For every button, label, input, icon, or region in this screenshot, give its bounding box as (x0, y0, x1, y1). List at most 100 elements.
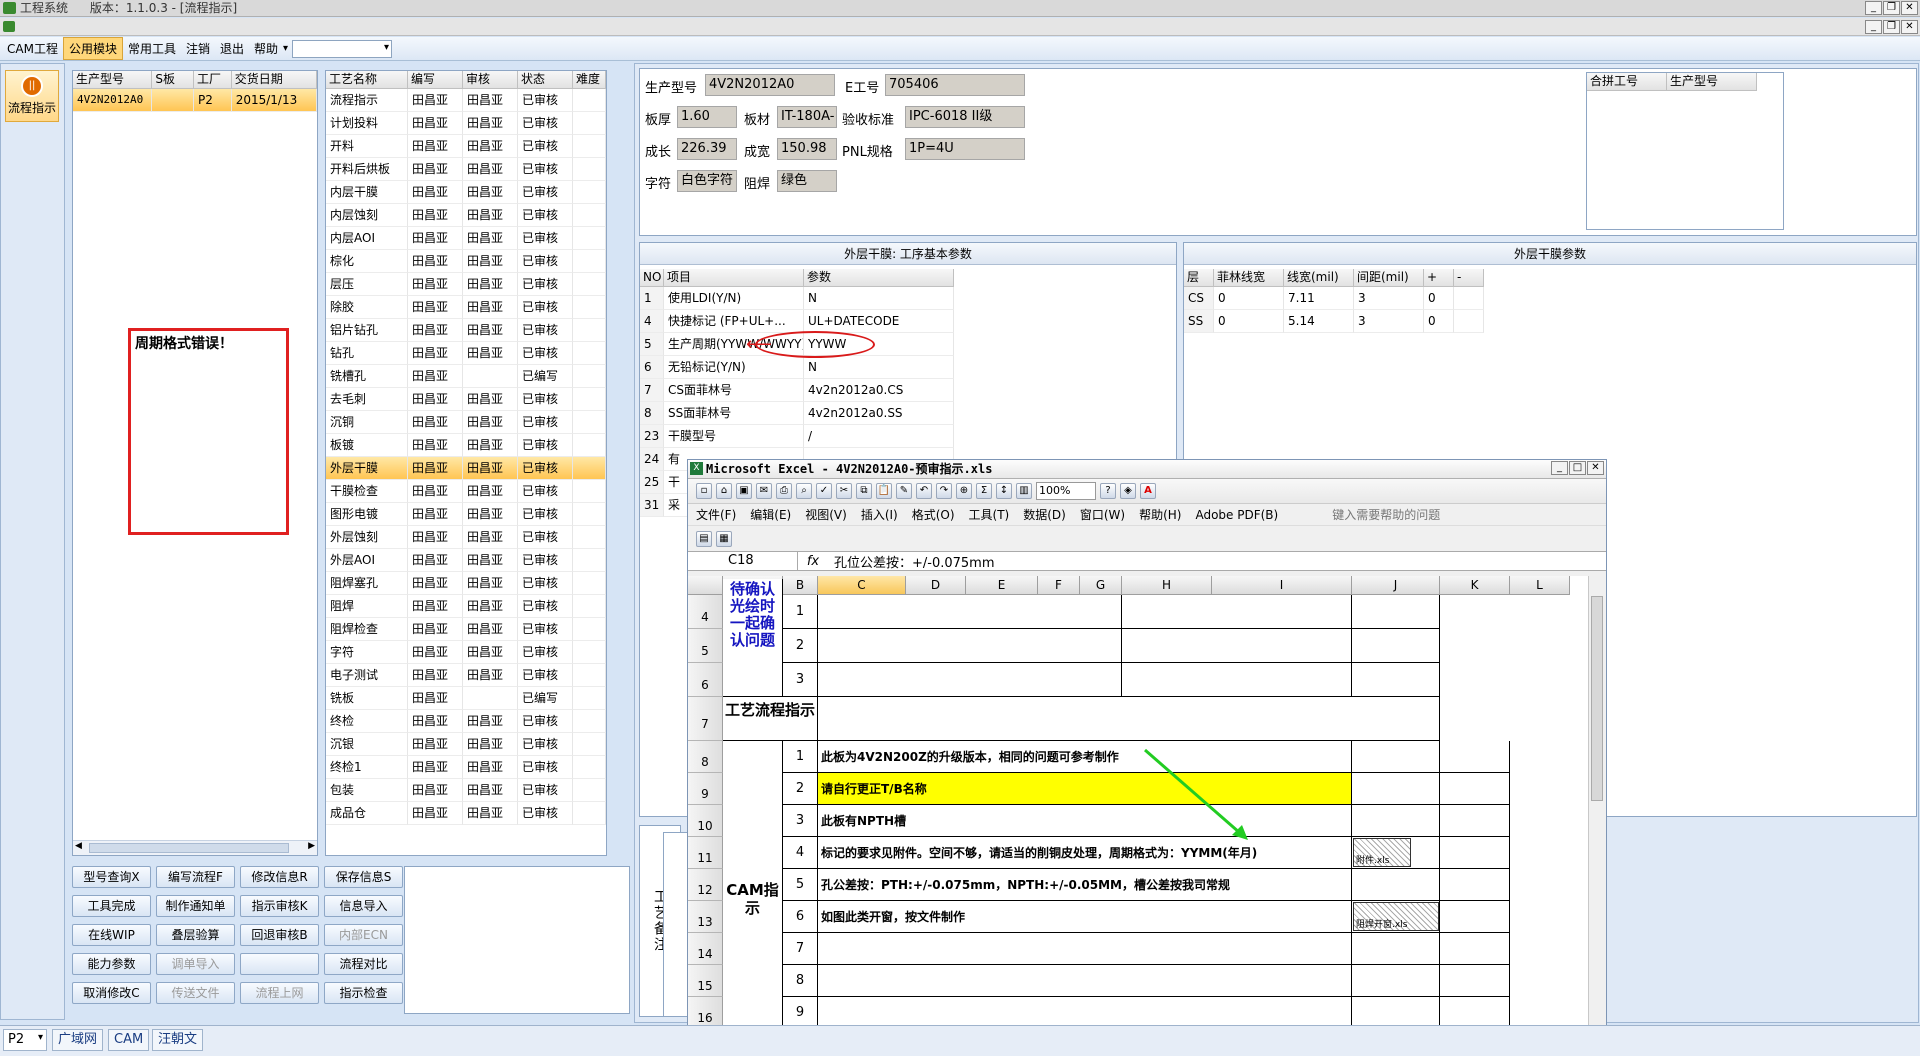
merged-cell[interactable] (818, 697, 1440, 741)
action-button[interactable]: 能力参数 (72, 953, 151, 975)
col-header[interactable]: NO (640, 269, 664, 287)
col-header[interactable]: 参数 (804, 269, 954, 287)
model-row[interactable]: 4V2N2012A0 P2 2015/1/13 (73, 89, 317, 112)
scroll-thumb[interactable] (89, 843, 289, 853)
redo-icon[interactable]: ↷ (936, 483, 952, 499)
process-row[interactable]: 阻焊塞孔 田昌亚 田昌亚 已审核 (326, 572, 606, 595)
col-header[interactable]: 编写 (408, 71, 463, 89)
sheet-corner[interactable] (688, 576, 723, 595)
action-button[interactable]: 传送文件 (156, 982, 235, 1004)
cell[interactable] (1440, 805, 1510, 837)
column-header[interactable]: J (1352, 576, 1440, 595)
col-header[interactable]: 间距(mil) (1354, 269, 1424, 287)
process-row[interactable]: 铣板 田昌亚 已编写 (326, 687, 606, 710)
row-header[interactable]: 12 (688, 869, 723, 901)
instruction-cell[interactable]: 此板为4V2N200Z的升级版本，相同的问题可参考制作 (818, 741, 1352, 773)
process-row[interactable]: 阻焊检查 田昌亚 田昌亚 已审核 (326, 618, 606, 641)
fx-icon[interactable]: fx (798, 554, 828, 569)
instruction-cell[interactable]: 如图此类开窗，按文件制作 (818, 901, 1352, 933)
menu-help[interactable]: 帮助 (249, 38, 283, 59)
process-row[interactable]: 板镀 田昌亚 田昌亚 已审核 (326, 434, 606, 457)
column-header[interactable]: L (1510, 576, 1570, 595)
cut-icon[interactable]: ✂ (836, 483, 852, 499)
menu-common-module[interactable]: 公用模块 (62, 37, 123, 60)
process-row[interactable]: 开料 田昌亚 田昌亚 已审核 (326, 135, 606, 158)
open-icon[interactable]: ⌂ (716, 483, 732, 499)
row-header[interactable]: 10 (688, 805, 723, 837)
merged-cell[interactable] (818, 595, 1122, 629)
col-header[interactable]: 生产型号 (73, 71, 153, 89)
flow-instruction-button[interactable]: || 流程指示 (5, 70, 59, 122)
item-number[interactable]: 8 (783, 965, 818, 997)
action-button[interactable]: 指示审核K (240, 895, 319, 917)
confirm-label[interactable]: 待确认光绘时一起确认问题 (723, 579, 783, 697)
process-row[interactable]: 计划投料 田昌亚 田昌亚 已审核 (326, 112, 606, 135)
column-header[interactable]: K (1440, 576, 1510, 595)
help-icon[interactable]: ? (1100, 483, 1116, 499)
e-no-field[interactable]: 705406 (885, 74, 1025, 96)
material-field[interactable]: IT-180A- (777, 106, 837, 128)
column-header[interactable]: F (1038, 576, 1080, 595)
mask-field[interactable]: 绿色 (777, 170, 837, 192)
flow-label[interactable]: 工艺流程指示 (723, 697, 818, 741)
fill-color-icon[interactable]: ◈ (1120, 483, 1136, 499)
param-row[interactable]: 8 SS面菲林号 4v2n2012a0.SS (640, 402, 1176, 425)
menu-cam[interactable]: CAM工程 (2, 38, 63, 59)
process-row[interactable]: 外层蚀刻 田昌亚 田昌亚 已审核 (326, 526, 606, 549)
cell[interactable] (1440, 901, 1510, 933)
item-number[interactable]: 3 (783, 805, 818, 837)
process-row[interactable]: 钻孔 田昌亚 田昌亚 已审核 (326, 342, 606, 365)
item-number[interactable]: 1 (783, 741, 818, 773)
column-header[interactable]: B (783, 576, 818, 595)
merged-cell[interactable] (818, 663, 1122, 697)
action-button[interactable]: 叠层验算 (156, 924, 235, 946)
column-header[interactable]: G (1080, 576, 1122, 595)
excel-maximize-icon[interactable]: □ (1569, 461, 1586, 475)
row-header[interactable]: 14 (688, 933, 723, 965)
row-header[interactable]: 9 (688, 773, 723, 805)
process-row[interactable]: 外层干膜 田昌亚 田昌亚 已审核 (326, 457, 606, 480)
thickness-field[interactable]: 1.60 (677, 106, 737, 128)
cell[interactable] (1440, 741, 1510, 773)
process-row[interactable]: 铝片钻孔 田昌亚 田昌亚 已审核 (326, 319, 606, 342)
cell[interactable] (1352, 773, 1440, 805)
process-row[interactable]: 终检 田昌亚 田昌亚 已审核 (326, 710, 606, 733)
preview-icon[interactable]: ⌕ (796, 483, 812, 499)
character-field[interactable]: 白色字符 (677, 170, 737, 192)
cell[interactable] (1352, 933, 1440, 965)
process-row[interactable]: 棕化 田昌亚 田昌亚 已审核 (326, 250, 606, 273)
notes-box[interactable] (404, 866, 630, 1014)
process-row[interactable]: 内层AOI 田昌亚 田昌亚 已审核 (326, 227, 606, 250)
item-number[interactable]: 1 (783, 595, 818, 629)
merged-cell[interactable] (1122, 595, 1352, 629)
process-row[interactable]: 图形电镀 田昌亚 田昌亚 已审核 (326, 503, 606, 526)
cell[interactable] (1440, 933, 1510, 965)
merged-cell[interactable] (1122, 629, 1352, 663)
param-row[interactable]: 4 快捷标记 (FP+UL+... UL+DATECODE (640, 310, 1176, 333)
zoom-select[interactable]: 100% (1036, 482, 1096, 500)
col-header[interactable]: 工厂 (194, 71, 232, 89)
cell[interactable] (1440, 965, 1510, 997)
process-row[interactable]: 内层干膜 田昌亚 田昌亚 已审核 (326, 181, 606, 204)
cell[interactable] (1352, 805, 1440, 837)
save-icon[interactable]: ▣ (736, 483, 752, 499)
action-button[interactable]: 制作通知单 (156, 895, 235, 917)
excel-vertical-scrollbar[interactable] (1588, 576, 1606, 1055)
process-row[interactable]: 干膜检查 田昌亚 田昌亚 已审核 (326, 480, 606, 503)
child-restore-icon[interactable]: ❐ (1883, 20, 1900, 34)
chevron-down-icon[interactable]: ▾ (283, 43, 288, 54)
excel-menu-tools[interactable]: 工具(T) (969, 506, 1010, 523)
cell[interactable] (1352, 595, 1440, 629)
item-number[interactable]: 4 (783, 837, 818, 869)
action-button[interactable] (240, 953, 319, 975)
minimize-icon[interactable]: _ (1865, 1, 1882, 15)
pdf-icon[interactable]: ▤ (696, 530, 712, 547)
pnl-field[interactable]: 1P=4U (905, 138, 1025, 160)
sum-icon[interactable]: Σ (976, 483, 992, 499)
process-row[interactable]: 流程指示 田昌亚 田昌亚 已审核 (326, 89, 606, 112)
item-number[interactable]: 2 (783, 773, 818, 805)
excel-menu-pdf[interactable]: Adobe PDF(B) (1195, 508, 1278, 522)
process-row[interactable]: 终检1 田昌亚 田昌亚 已审核 (326, 756, 606, 779)
close-icon[interactable]: ✕ (1901, 1, 1918, 15)
new-icon[interactable]: ▫ (696, 483, 712, 499)
